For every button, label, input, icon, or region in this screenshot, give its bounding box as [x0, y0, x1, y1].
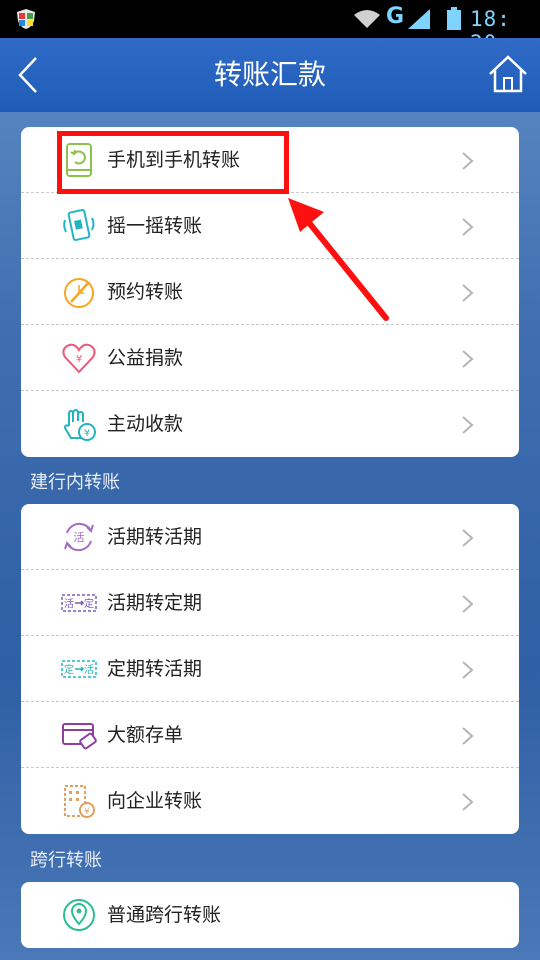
fixed-to-current-icon: 定 活 [61, 660, 97, 678]
shield-icon [17, 9, 35, 29]
location-pin-icon [63, 899, 95, 931]
icon-text-b: 活 [84, 664, 94, 676]
clock-pencil-icon [64, 278, 94, 308]
svg-text:¥: ¥ [84, 428, 90, 439]
list-item-large-deposit[interactable]: 大额存单 [21, 702, 519, 768]
chevron-right-icon [462, 793, 474, 811]
home-icon[interactable] [488, 54, 528, 94]
svg-text:¥: ¥ [76, 354, 82, 365]
chevron-right-icon [462, 350, 474, 368]
heart-yen-icon: ¥ [62, 343, 96, 374]
list-item-active-collect[interactable]: ¥ 主动收款 [21, 391, 519, 457]
chevron-right-icon [462, 595, 474, 613]
battery-icon [447, 7, 461, 30]
current-to-current-icon: 活 [64, 522, 94, 552]
list-item-donation[interactable]: ¥ 公益捐款 [21, 325, 519, 391]
list-item-label: 公益捐款 [107, 347, 184, 369]
list-item-label: 普通跨行转账 [107, 904, 222, 926]
chevron-right-icon [462, 416, 474, 434]
page-title: 转账汇款 [213, 58, 326, 91]
list-item-label: 大额存单 [107, 724, 184, 746]
chevron-right-icon [462, 727, 474, 745]
icon-text-b: 定 [84, 597, 94, 610]
annotation-arrow-icon [288, 198, 389, 321]
list-item-label: 主动收款 [107, 413, 184, 435]
transfer-card-intrabank: 活 活期转活期 活 定 活期转定期 定 活 定期转活期 大额存单 ¥ 向企业转账 [21, 504, 519, 834]
chevron-right-icon [462, 152, 474, 170]
list-item-fixed-to-current[interactable]: 定 活 定期转活期 [21, 636, 519, 702]
icon-text-a: 活 [64, 598, 74, 610]
list-item-label: 摇一摇转账 [107, 215, 203, 237]
status-bar: G 18: 20 [0, 0, 540, 55]
highlight-box [57, 131, 289, 194]
chevron-right-icon [462, 661, 474, 679]
chevron-right-icon [462, 218, 474, 236]
building-yen-icon: ¥ [64, 785, 95, 818]
list-item-current-to-fixed[interactable]: 活 定 活期转定期 [21, 570, 519, 636]
chevron-right-icon [462, 529, 474, 547]
wifi-icon [354, 10, 380, 28]
list-item-label: 活期转活期 [107, 526, 203, 548]
network-type: G [386, 4, 405, 29]
current-to-fixed-icon: 活 定 [61, 594, 97, 612]
icon-text-a: 定 [64, 663, 74, 676]
icon-text: 活 [74, 531, 85, 544]
list-item-scheduled[interactable]: 预约转账 [21, 259, 519, 325]
signal-icon [408, 9, 430, 29]
list-item-current-to-current[interactable]: 活 活期转活期 [21, 504, 519, 570]
title-bar: 转账汇款 [0, 38, 540, 112]
list-item-label: 向企业转账 [107, 790, 203, 812]
list-item-label: 预约转账 [107, 281, 184, 303]
list-item-label: 定期转活期 [107, 658, 203, 680]
list-item-to-enterprise[interactable]: ¥ 向企业转账 [21, 768, 519, 834]
list-item-shake[interactable]: 摇一摇转账 [21, 193, 519, 259]
shake-phone-icon [63, 209, 95, 241]
chevron-right-icon [462, 284, 474, 302]
list-item-label: 活期转定期 [107, 592, 203, 614]
hand-yen-icon: ¥ [63, 408, 96, 441]
svg-text:¥: ¥ [84, 807, 90, 817]
section-header-intrabank: 建行内转账 [30, 472, 120, 493]
watermark: Bai 经验 [384, 902, 475, 927]
certificate-icon [62, 723, 97, 750]
section-header-interbank: 跨行转账 [30, 850, 102, 871]
watermark-url: jingyan.baidu.com [408, 934, 510, 947]
